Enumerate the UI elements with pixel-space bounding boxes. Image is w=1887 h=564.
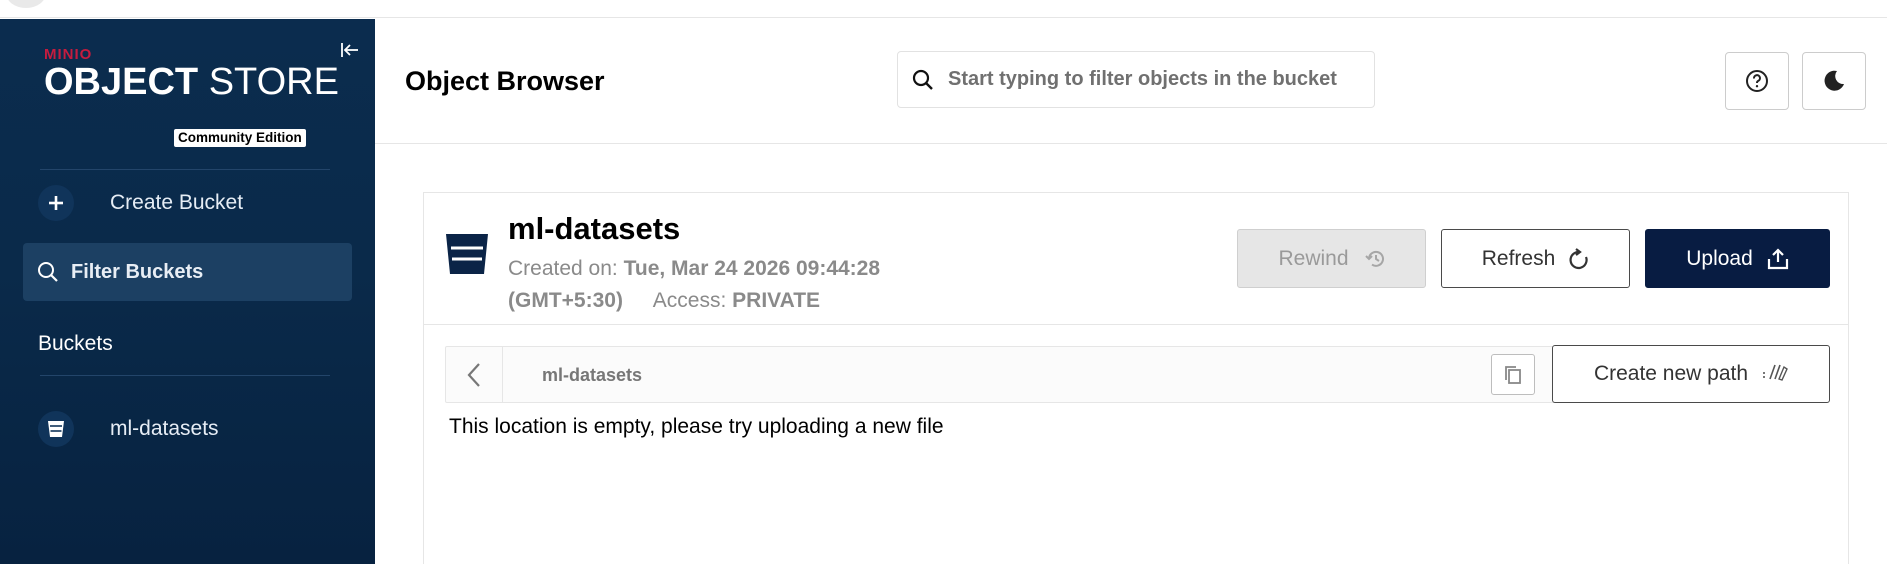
access-value: PRIVATE xyxy=(732,289,821,312)
bucket-icon xyxy=(446,234,488,274)
upload-icon xyxy=(1767,247,1789,270)
app-root: MINIO OBJECT STORE Community Edition Cre… xyxy=(0,0,1887,564)
history-icon xyxy=(1363,249,1385,269)
empty-state-message: This location is empty, please try uploa… xyxy=(449,415,944,438)
new-path-icon xyxy=(1762,363,1788,386)
moon-icon xyxy=(1824,70,1844,91)
bucket-header: ml-datasets Created on: Tue, Mar 24 2026… xyxy=(424,193,1848,325)
logo-product: OBJECT STORE xyxy=(44,63,339,101)
copy-icon xyxy=(1505,365,1521,384)
object-search-box xyxy=(897,51,1375,108)
sidebar-divider xyxy=(40,169,330,170)
create-bucket-label: Create Bucket xyxy=(110,191,244,214)
minio-logo: MINIO OBJECT STORE Community Edition xyxy=(44,47,339,147)
search-icon xyxy=(38,262,58,282)
refresh-button[interactable]: Refresh xyxy=(1441,229,1630,288)
sidebar-item-ml-datasets[interactable]: ml-datasets xyxy=(38,408,338,450)
bucket-name: ml-datasets xyxy=(508,211,681,246)
logo-product-bold: OBJECT xyxy=(44,61,199,103)
rewind-label: Rewind xyxy=(1278,246,1349,270)
created-value: Tue, Mar 24 2026 09:44:28 xyxy=(623,257,881,280)
create-path-label: Create new path xyxy=(1593,362,1749,385)
rewind-button[interactable]: Rewind xyxy=(1237,229,1426,288)
breadcrumb: ml-datasets xyxy=(445,346,1558,403)
created-label: Created on: xyxy=(508,257,618,280)
upload-label: Upload xyxy=(1686,246,1753,270)
help-icon xyxy=(1746,70,1768,92)
filter-buckets-input[interactable] xyxy=(71,260,331,284)
dark-mode-button[interactable] xyxy=(1802,52,1866,110)
help-button[interactable] xyxy=(1725,52,1789,110)
bucket-card: ml-datasets Created on: Tue, Mar 24 2026… xyxy=(423,192,1849,564)
filter-buckets-box xyxy=(23,243,352,301)
browser-top-strip xyxy=(0,0,1887,18)
access-label: Access: xyxy=(652,289,727,312)
sidebar-item-label: ml-datasets xyxy=(110,417,219,440)
logo-product-light: STORE xyxy=(208,61,339,103)
sidebar-divider xyxy=(40,375,330,376)
create-new-path-button[interactable]: Create new path xyxy=(1552,345,1830,403)
page-header: Object Browser xyxy=(375,19,1887,144)
refresh-icon xyxy=(1569,247,1589,270)
plus-icon xyxy=(38,185,74,221)
collapse-sidebar-button[interactable] xyxy=(336,37,364,63)
object-search-input[interactable] xyxy=(948,68,1348,91)
page-title: Object Browser xyxy=(405,66,605,96)
bucket-meta: Created on: Tue, Mar 24 2026 09:44:28 (G… xyxy=(508,253,928,317)
upload-button[interactable]: Upload xyxy=(1645,229,1830,288)
browser-tab-hint xyxy=(6,0,46,8)
search-icon xyxy=(912,69,933,90)
copy-path-button[interactable] xyxy=(1491,354,1535,395)
edition-badge: Community Edition xyxy=(174,129,306,147)
buckets-heading: Buckets xyxy=(38,332,113,355)
collapse-left-icon xyxy=(341,43,358,57)
timezone-value: (GMT+5:30) xyxy=(508,289,623,312)
back-button[interactable] xyxy=(446,347,503,402)
breadcrumb-path[interactable]: ml-datasets xyxy=(542,365,642,386)
sidebar: MINIO OBJECT STORE Community Edition Cre… xyxy=(0,19,375,564)
chevron-left-icon xyxy=(467,362,480,387)
refresh-label: Refresh xyxy=(1481,246,1556,270)
create-bucket-button[interactable]: Create Bucket xyxy=(38,182,338,224)
bucket-icon xyxy=(38,411,74,447)
